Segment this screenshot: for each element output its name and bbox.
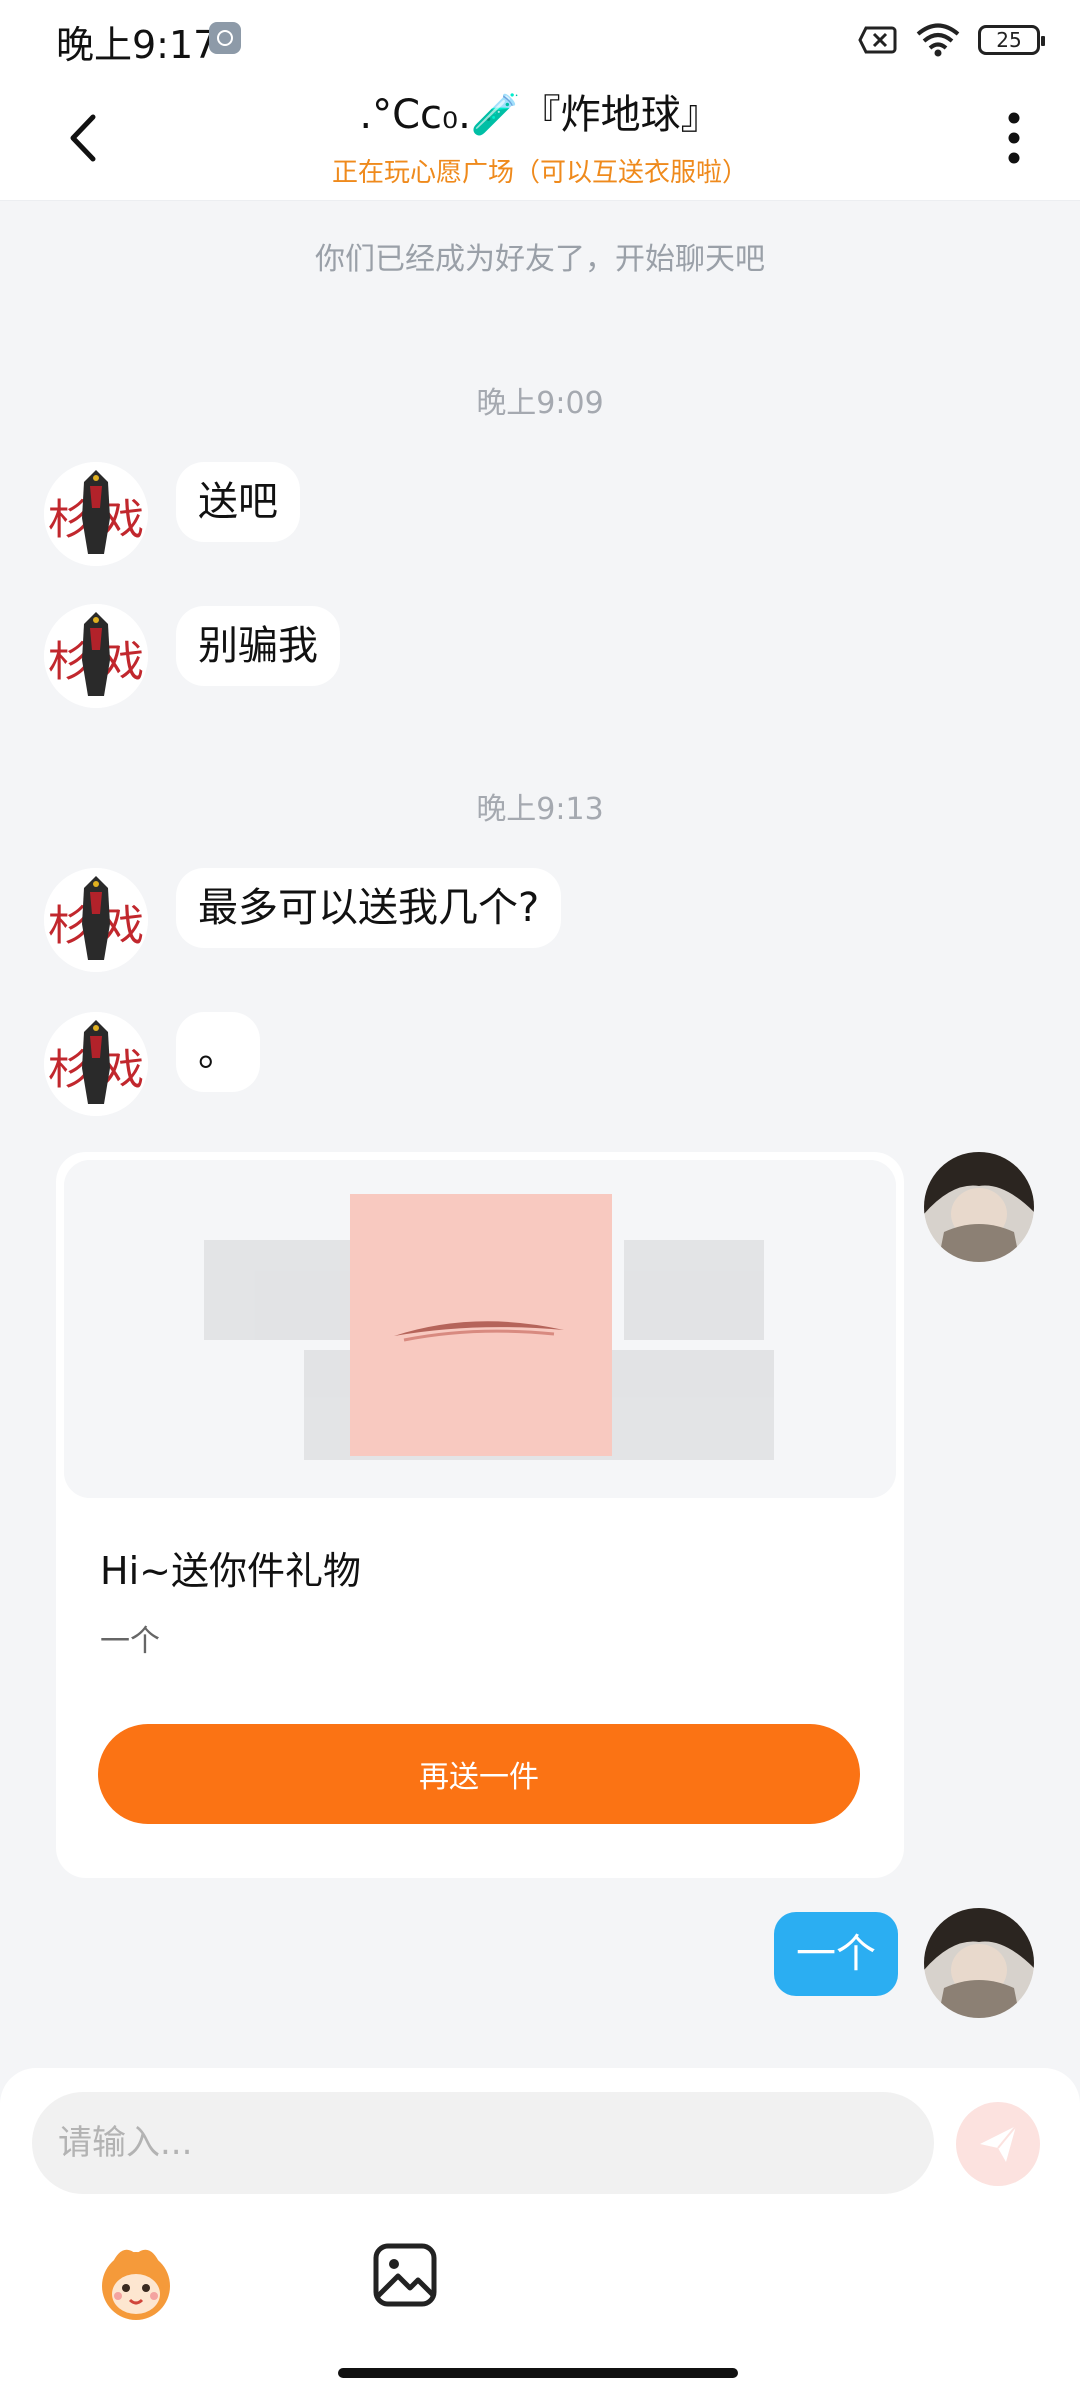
send-button[interactable] [956, 2102, 1040, 2186]
image-button[interactable] [370, 2240, 440, 2310]
message-input[interactable] [32, 2092, 934, 2194]
chat-area[interactable]: 你们已经成为好友了，开始聊天吧 晚上9:09 杉 戏 送吧 杉 戏 别骗我 晚上… [0, 200, 1080, 2070]
contact-avatar-image: 杉 戏 [44, 868, 148, 972]
contact-avatar-image: 杉 戏 [44, 604, 148, 708]
gift-title: Hi~送你件礼物 [100, 1549, 361, 1593]
sim-off-icon [858, 26, 897, 54]
friend-notice: 你们已经成为好友了，开始聊天吧 [315, 242, 765, 277]
emoji-button[interactable] [92, 2238, 180, 2326]
chat-subtitle: 正在玩心愿广场（可以互送衣服啦） [331, 158, 748, 188]
gift-description: 一个 [100, 1624, 160, 1659]
message-bubble-incoming[interactable]: 送吧 [176, 462, 300, 542]
contact-avatar-image: 杉 戏 [44, 462, 148, 566]
message-bubble-incoming[interactable]: 最多可以送我几个? [176, 868, 562, 948]
contact-avatar[interactable]: 杉 戏 [44, 462, 148, 566]
my-avatar-image [924, 1908, 1034, 2018]
battery-icon: 25 [978, 25, 1045, 55]
image-icon [373, 2243, 437, 2307]
input-panel [0, 2068, 1080, 2400]
wifi-icon [916, 23, 960, 57]
mascot-emoji-icon [102, 2249, 170, 2320]
message-bubble-incoming[interactable]: 。 [176, 1012, 260, 1092]
gift-image [64, 1160, 896, 1498]
notification-app-icon [209, 22, 241, 54]
more-button[interactable] [984, 102, 1044, 174]
battery-level: 25 [996, 28, 1022, 52]
send-icon [980, 2125, 1017, 2162]
status-time: 晚上9:17 [56, 23, 218, 67]
contact-avatar[interactable]: 杉 戏 [44, 604, 148, 708]
chat-header: .°Cc₀.🧪『炸地球』 正在玩心愿广场（可以互送衣服啦） [0, 76, 1080, 201]
my-avatar-image [924, 1152, 1034, 1262]
timestamp: 晚上9:09 [476, 386, 604, 421]
chat-title: .°Cc₀.🧪『炸地球』 [359, 92, 721, 138]
my-avatar[interactable] [924, 1152, 1034, 1262]
status-bar: 晚上9:17 25 [0, 0, 1080, 76]
message-bubble-outgoing[interactable]: 一个 [774, 1912, 898, 1996]
gift-image-graphic [64, 1160, 896, 1498]
contact-avatar[interactable]: 杉 戏 [44, 1012, 148, 1116]
more-vertical-icon [1008, 112, 1020, 164]
my-avatar[interactable] [924, 1908, 1034, 2018]
send-another-gift-button[interactable]: 再送一件 [98, 1724, 860, 1824]
contact-avatar-image: 杉 戏 [44, 1012, 148, 1116]
contact-avatar[interactable]: 杉 戏 [44, 868, 148, 972]
home-indicator[interactable] [338, 2368, 738, 2378]
status-icons: 25 [858, 20, 1045, 60]
message-bubble-incoming[interactable]: 别骗我 [176, 606, 340, 686]
timestamp: 晚上9:13 [476, 792, 604, 827]
gift-card[interactable]: Hi~送你件礼物 一个 再送一件 [56, 1152, 904, 1878]
